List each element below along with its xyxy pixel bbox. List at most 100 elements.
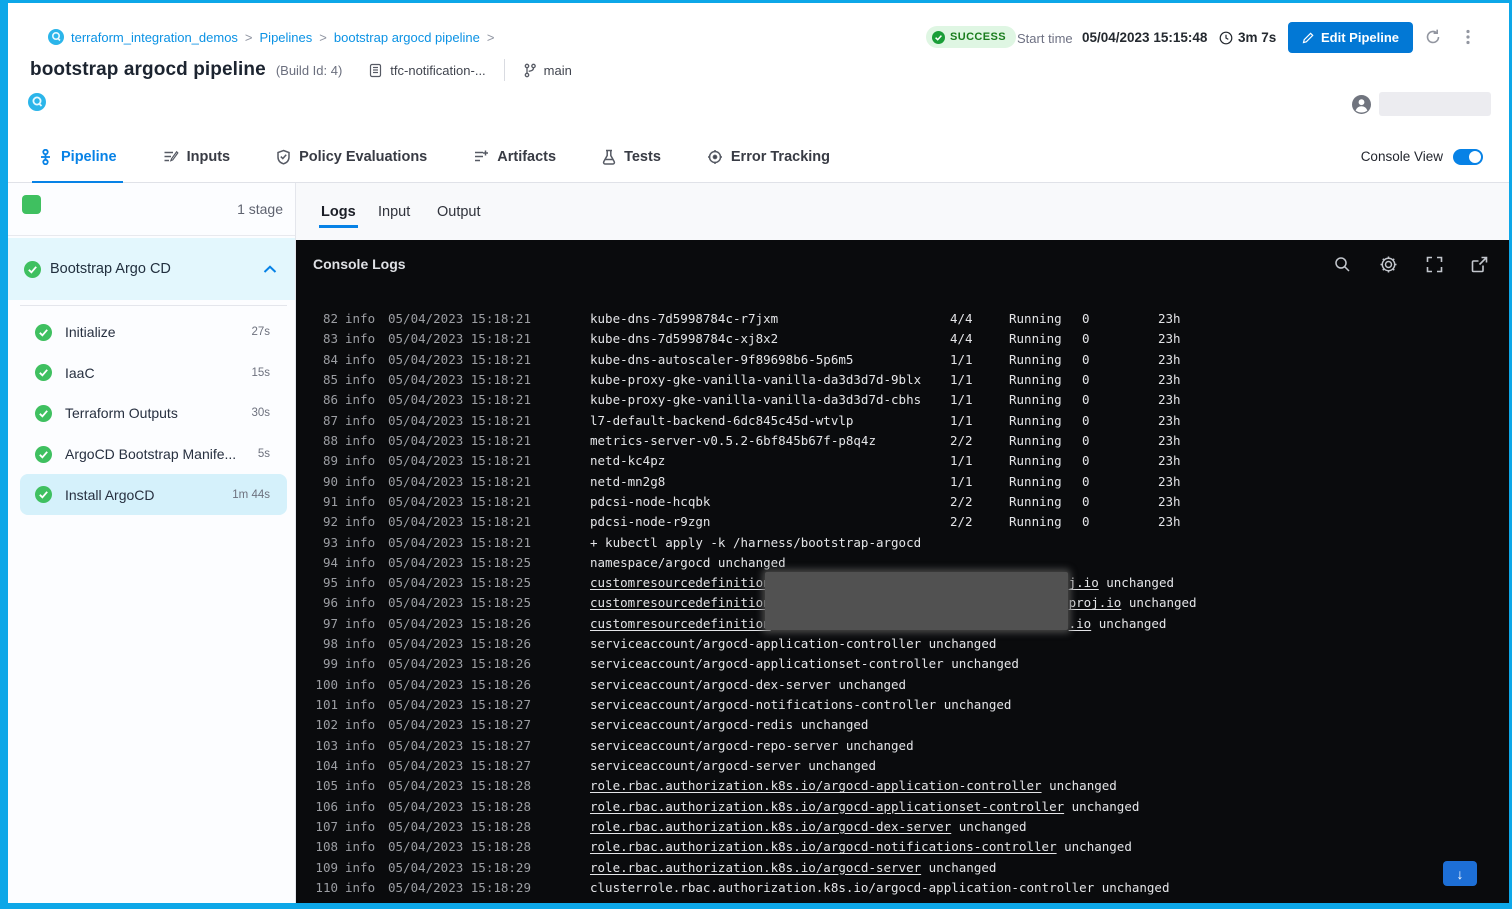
log-line: 110info05/04/2023 15:18:29clusterrole.rb…	[296, 878, 1509, 898]
step-install-argocd[interactable]: Install ArgoCD 1m 44s	[20, 474, 287, 515]
success-check-icon	[35, 405, 52, 422]
log-line: 100info05/04/2023 15:18:26serviceaccount…	[296, 675, 1509, 695]
log-line: 83info05/04/2023 15:18:214/4Running023hk…	[296, 329, 1509, 349]
user-avatar-icon[interactable]	[1352, 95, 1371, 114]
refresh-icon	[1424, 28, 1442, 46]
tab-error-tracking[interactable]: Error Tracking	[705, 131, 832, 182]
step-argocd-bootstrap-manifest[interactable]: ArgoCD Bootstrap Manife... 5s	[20, 434, 287, 475]
title-row: bootstrap argocd pipeline (Build Id: 4) …	[30, 59, 572, 81]
log-line: 90info05/04/2023 15:18:211/1Running023hn…	[296, 472, 1509, 492]
log-line: 98info05/04/2023 15:18:26serviceaccount/…	[296, 634, 1509, 654]
step-duration: 5s	[258, 448, 270, 460]
tab-tests[interactable]: Tests	[600, 131, 663, 182]
user-area	[1352, 92, 1491, 116]
pipeline-icon	[38, 149, 53, 165]
stage-name: Bootstrap Argo CD	[50, 261, 171, 277]
breadcrumb-pipeline[interactable]: bootstrap argocd pipeline	[334, 30, 480, 45]
tab-artifacts[interactable]: Artifacts	[471, 131, 558, 182]
step-duration: 15s	[251, 367, 270, 379]
flask-icon	[602, 149, 616, 165]
stage-status-square	[22, 195, 41, 214]
log-line: 86info05/04/2023 15:18:211/1Running023hk…	[296, 390, 1509, 410]
step-duration: 1m 44s	[232, 489, 270, 501]
console-view-label: Console View	[1361, 149, 1443, 164]
log-line: 88info05/04/2023 15:18:212/2Running023hm…	[296, 431, 1509, 451]
success-check-icon	[35, 324, 52, 341]
repo-meta[interactable]: tfc-notification-...	[368, 63, 485, 78]
success-check-icon	[35, 446, 52, 463]
stage-header: 1 stage	[8, 183, 295, 236]
log-line: 87info05/04/2023 15:18:211/1Running023hl…	[296, 411, 1509, 431]
refresh-button[interactable]	[1422, 26, 1444, 48]
chevron-up-icon[interactable]	[263, 265, 277, 274]
log-line: 84info05/04/2023 15:18:211/1Running023hk…	[296, 350, 1509, 370]
log-line: 91info05/04/2023 15:18:212/2Running023hp…	[296, 492, 1509, 512]
redacted-region	[765, 572, 1068, 630]
step-terraform-outputs[interactable]: Terraform Outputs 30s	[20, 393, 287, 434]
arrow-down-icon: ↓	[1457, 866, 1464, 882]
log-line: 82info05/04/2023 15:18:214/4Running023hk…	[296, 309, 1509, 329]
breadcrumb: terraform_integration_demos > Pipelines …	[48, 29, 494, 45]
pencil-icon	[1302, 32, 1314, 44]
inputs-icon	[163, 149, 179, 164]
console-logs-panel: Console Logs 82info05/04/2023 15:18:214/…	[296, 240, 1509, 903]
tab-policy-evaluations[interactable]: Policy Evaluations	[274, 131, 429, 182]
edit-pipeline-button[interactable]: Edit Pipeline	[1288, 22, 1413, 53]
step-initialize[interactable]: Initialize 27s	[20, 312, 287, 353]
repo-name: tfc-notification-...	[390, 63, 485, 78]
tab-pipeline[interactable]: Pipeline	[36, 131, 119, 182]
build-id: (Build Id: 4)	[276, 63, 342, 78]
success-check-icon	[24, 261, 41, 278]
console-view-toggle[interactable]	[1453, 149, 1483, 165]
clock-icon	[1219, 31, 1233, 45]
username-redacted	[1379, 92, 1491, 116]
log-line: 106info05/04/2023 15:18:28role.rbac.auth…	[296, 797, 1509, 817]
app-window: terraform_integration_demos > Pipelines …	[0, 0, 1512, 909]
status-badge: SUCCESS	[926, 26, 1016, 48]
shield-check-icon	[276, 149, 291, 165]
log-line: 109info05/04/2023 15:18:29role.rbac.auth…	[296, 858, 1509, 878]
tab-input[interactable]: Input	[378, 204, 410, 220]
step-duration: 27s	[251, 326, 270, 338]
log-line: 105info05/04/2023 15:18:28role.rbac.auth…	[296, 776, 1509, 796]
success-check-icon	[35, 364, 52, 381]
log-line: 102info05/04/2023 15:18:27serviceaccount…	[296, 715, 1509, 735]
log-line: 94info05/04/2023 15:18:25namespace/argoc…	[296, 553, 1509, 573]
repository-icon	[368, 63, 383, 78]
breadcrumb-project[interactable]: terraform_integration_demos	[71, 30, 238, 45]
step-iaac[interactable]: IaaC 15s	[20, 353, 287, 394]
scroll-to-bottom-button[interactable]: ↓	[1443, 861, 1477, 886]
branch-meta[interactable]: main	[523, 63, 572, 78]
log-line: 85info05/04/2023 15:18:211/1Running023hk…	[296, 370, 1509, 390]
page-title: bootstrap argocd pipeline	[30, 59, 266, 81]
log-line: 93info05/04/2023 15:18:21+ kubectl apply…	[296, 533, 1509, 553]
log-line: 101info05/04/2023 15:18:27serviceaccount…	[296, 695, 1509, 715]
page-header: terraform_integration_demos > Pipelines …	[8, 3, 1509, 131]
duration: 3m 7s	[1219, 30, 1276, 45]
log-line: 107info05/04/2023 15:18:28role.rbac.auth…	[296, 817, 1509, 837]
stage-group-bootstrap-argo-cd[interactable]: Bootstrap Argo CD	[8, 238, 295, 300]
log-line: 103info05/04/2023 15:18:27serviceaccount…	[296, 736, 1509, 756]
tab-inputs[interactable]: Inputs	[161, 131, 233, 182]
tab-logs[interactable]: Logs	[321, 204, 356, 220]
log-line: 104info05/04/2023 15:18:27serviceaccount…	[296, 756, 1509, 776]
main-tabbar: Pipeline Inputs Policy Evaluations Artif…	[8, 131, 1509, 183]
more-options-icon	[1460, 28, 1476, 46]
log-line: 108info05/04/2023 15:18:28role.rbac.auth…	[296, 837, 1509, 857]
start-time-label: Start time	[1017, 31, 1073, 46]
breadcrumb-separator: >	[487, 30, 495, 45]
success-check-icon	[932, 31, 945, 44]
ci-module-icon[interactable]	[28, 93, 46, 111]
breadcrumb-pipelines[interactable]: Pipelines	[260, 30, 313, 45]
steps-list: Initialize 27s IaaC 15s Terraform Output…	[20, 312, 287, 515]
tab-output[interactable]: Output	[437, 204, 481, 220]
logs-tab-strip: Logs Input Output	[296, 183, 1509, 240]
start-time-value: 05/04/2023 15:15:48	[1082, 30, 1207, 45]
divider	[20, 305, 287, 306]
success-check-icon	[35, 486, 52, 503]
more-options-button[interactable]	[1458, 26, 1478, 48]
branch-name: main	[544, 63, 572, 78]
divider	[504, 59, 505, 81]
breadcrumb-separator: >	[245, 30, 253, 45]
harness-module-icon	[48, 29, 64, 45]
